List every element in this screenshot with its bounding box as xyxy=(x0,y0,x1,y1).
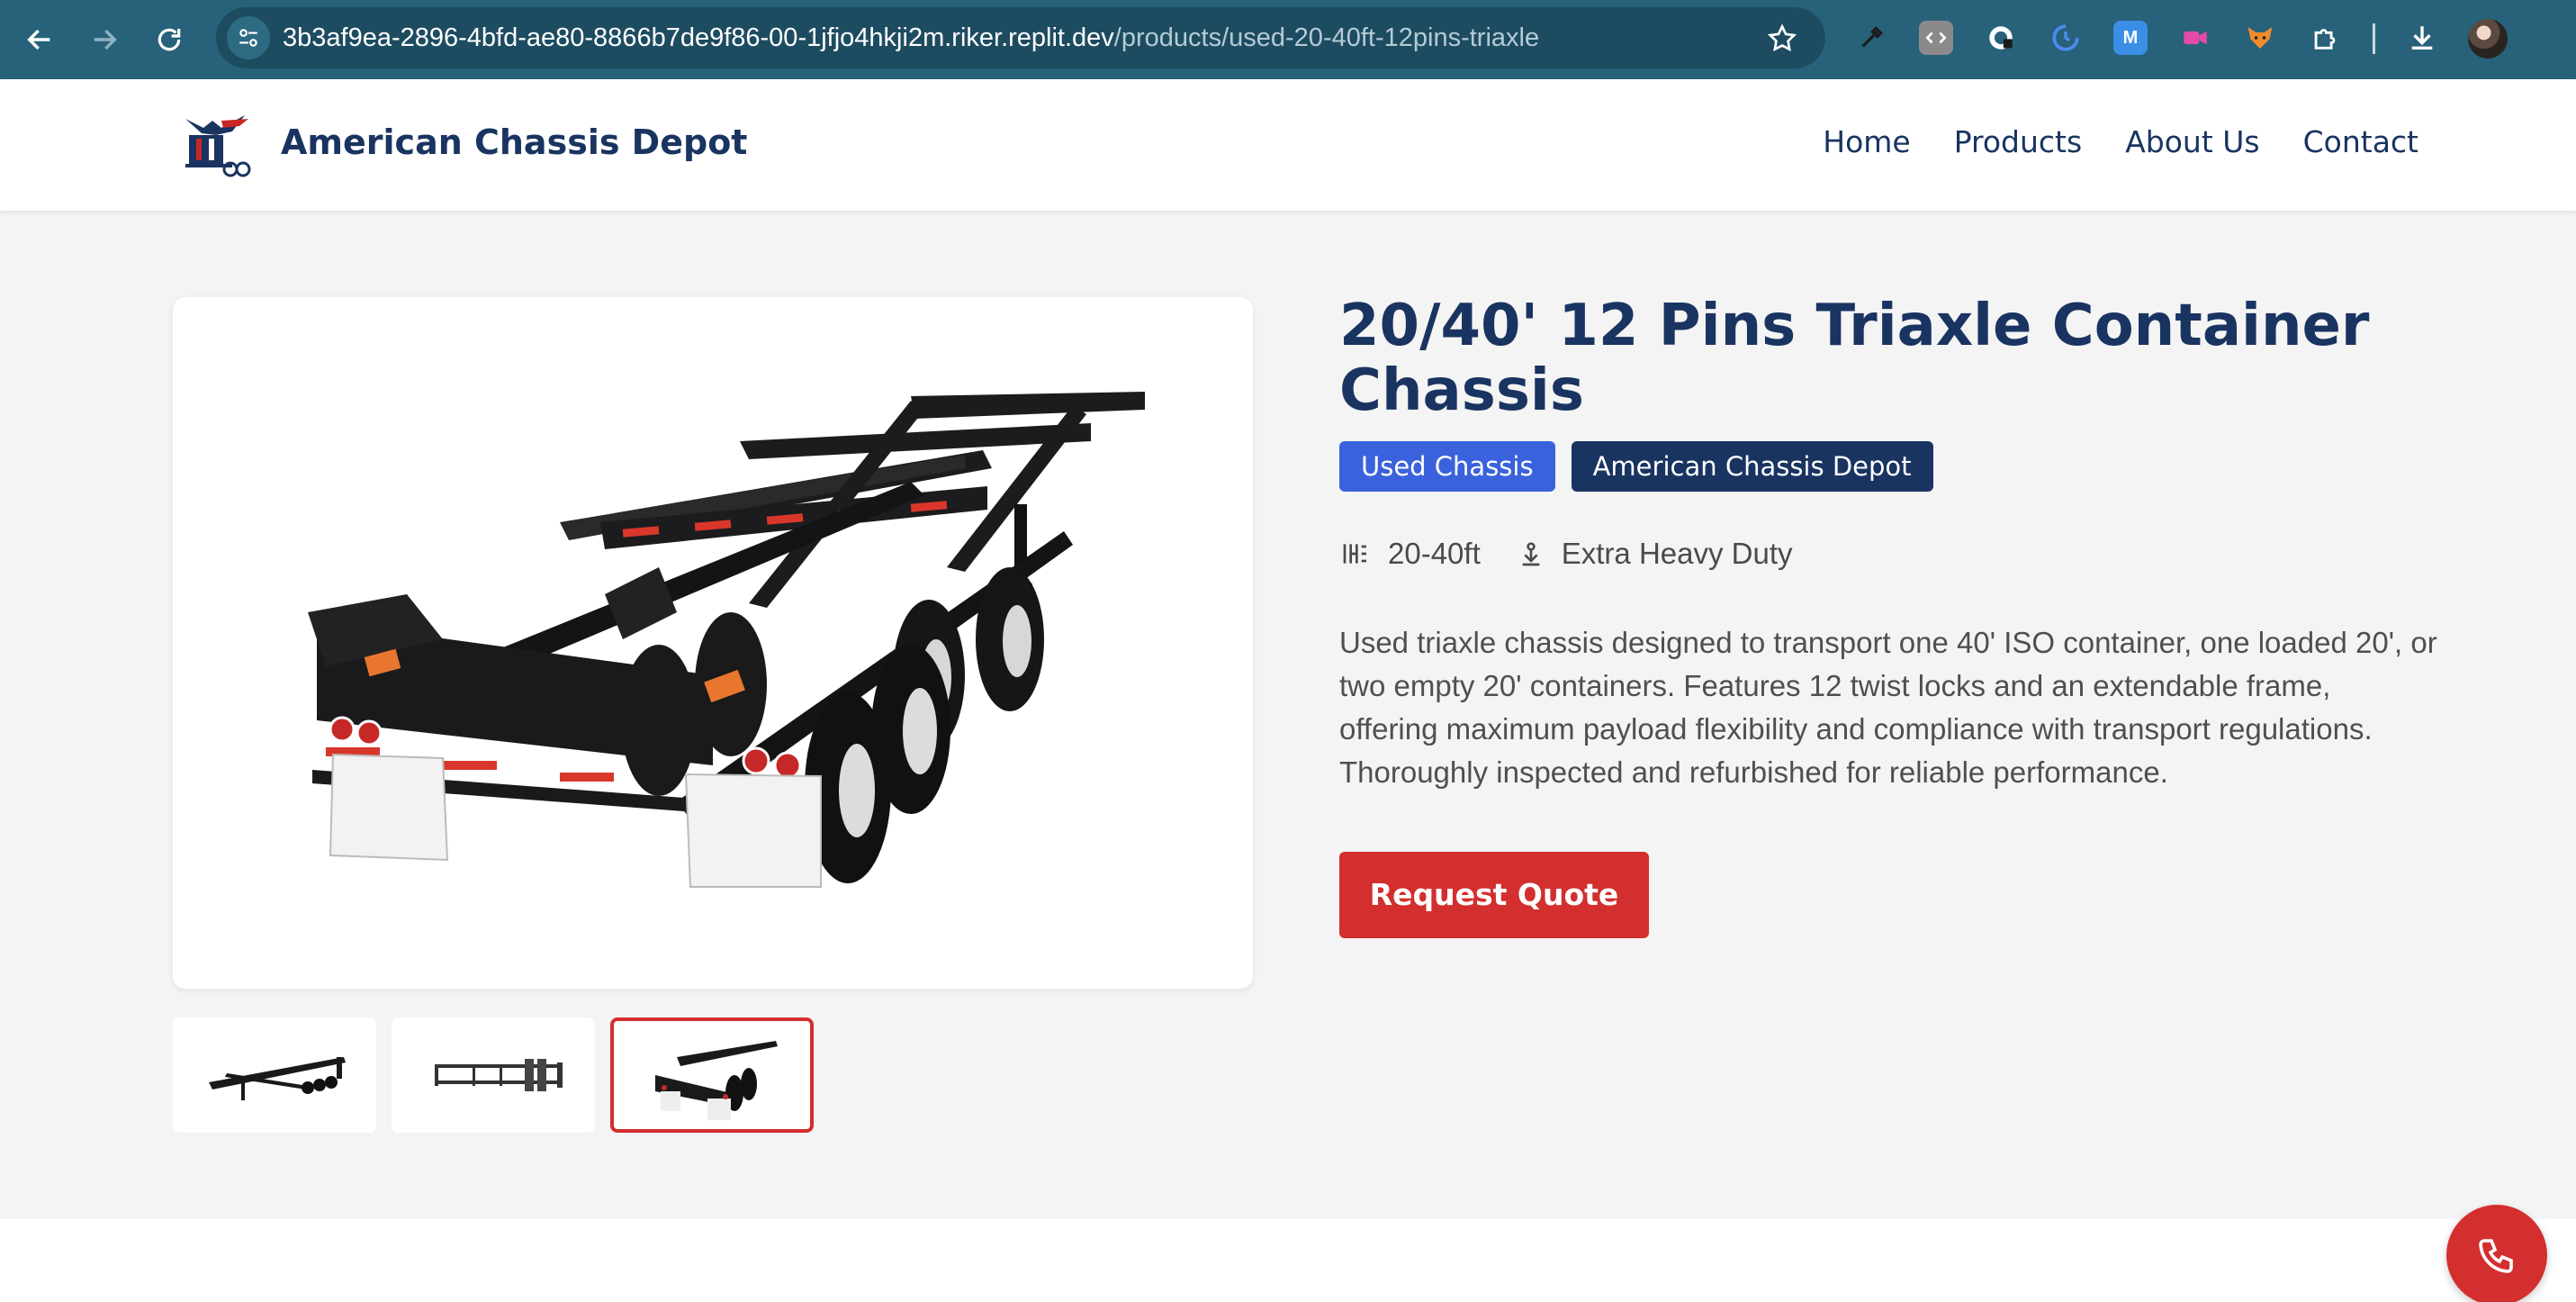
company-logo[interactable] xyxy=(176,112,254,178)
forward-arrow-icon xyxy=(94,29,117,50)
m-icon[interactable]: M xyxy=(2113,21,2148,55)
product-main-image[interactable] xyxy=(173,297,1253,989)
category-badge: Used Chassis xyxy=(1339,441,1555,492)
spec-size: 20-40ft xyxy=(1339,537,1481,571)
product-title: 20/40' 12 Pins Triaxle Container Chassis xyxy=(1339,293,2370,424)
phone-icon xyxy=(2479,1239,2513,1273)
ruler-icon xyxy=(1343,544,1366,564)
back-arrow-icon xyxy=(27,29,50,50)
address-bar[interactable]: 3b3af9ea-2896-4bfd-ae80-8866b7de9f86-00-… xyxy=(216,7,1825,68)
spec-size-value: 20-40ft xyxy=(1388,537,1481,570)
code-icon[interactable] xyxy=(1919,21,1953,55)
bookmark-star-icon[interactable] xyxy=(1766,23,1798,55)
thumbnail-top-view xyxy=(435,1059,563,1091)
url-host: 3b3af9ea-2896-4bfd-ae80-8866b7de9f86-00-… xyxy=(283,23,1114,52)
fox-icon[interactable] xyxy=(2243,21,2277,55)
weight-icon xyxy=(1522,542,1540,566)
thumbnail-1[interactable] xyxy=(173,1017,376,1133)
spec-duty: Extra Heavy Duty xyxy=(1517,537,1793,571)
eyedropper-icon[interactable] xyxy=(1854,21,1888,55)
browser-toolbar: 3b3af9ea-2896-4bfd-ae80-8866b7de9f86-00-… xyxy=(0,0,2576,79)
thumbnail-side-view xyxy=(209,1057,346,1100)
video-icon[interactable] xyxy=(2178,21,2212,55)
product-badges: Used Chassis American Chassis Depot xyxy=(1339,441,1933,492)
download-icon[interactable] xyxy=(2405,21,2439,55)
product-specs: 20-40ft Extra Heavy Duty xyxy=(1339,537,1829,571)
profile-avatar[interactable] xyxy=(2468,19,2508,59)
thumbnail-rear-view xyxy=(655,1041,778,1120)
privacy-icon[interactable] xyxy=(1984,21,2018,55)
tune-icon xyxy=(239,29,257,47)
brand-badge: American Chassis Depot xyxy=(1571,441,1933,492)
chassis-image xyxy=(308,392,1145,888)
forward-button[interactable] xyxy=(83,18,126,61)
reload-button[interactable] xyxy=(148,18,191,61)
nav-products[interactable]: Products xyxy=(1954,124,2083,159)
nav-contact[interactable]: Contact xyxy=(2303,124,2418,159)
thumbnail-2[interactable] xyxy=(392,1017,595,1133)
back-button[interactable] xyxy=(18,18,61,61)
site-header: American Chassis Depot Home Products Abo… xyxy=(0,79,2576,211)
product-description: Used triaxle chassis designed to transpo… xyxy=(1339,626,2437,789)
reload-icon xyxy=(158,28,181,51)
site-info-button[interactable] xyxy=(227,16,270,59)
url-text[interactable]: 3b3af9ea-2896-4bfd-ae80-8866b7de9f86-00-… xyxy=(283,7,1539,68)
url-path: /products/used-20-40ft-12pins-triaxle xyxy=(1113,23,1540,52)
brand-name[interactable]: American Chassis Depot xyxy=(281,122,747,162)
thumbnail-3[interactable] xyxy=(610,1017,814,1133)
spec-duty-value: Extra Heavy Duty xyxy=(1561,537,1793,570)
puzzle-icon[interactable] xyxy=(2308,21,2342,55)
clock-icon[interactable] xyxy=(2049,21,2083,55)
nav-home[interactable]: Home xyxy=(1823,124,1910,159)
nav-about-us[interactable]: About Us xyxy=(2125,124,2259,159)
request-quote-button[interactable]: Request Quote xyxy=(1339,852,1649,938)
toolbar-divider xyxy=(2373,23,2375,54)
call-button[interactable] xyxy=(2446,1205,2547,1302)
main-nav: Home Products About Us Contact xyxy=(1823,124,2418,159)
product-section: 20/40' 12 Pins Triaxle Container Chassis… xyxy=(0,211,2576,1219)
